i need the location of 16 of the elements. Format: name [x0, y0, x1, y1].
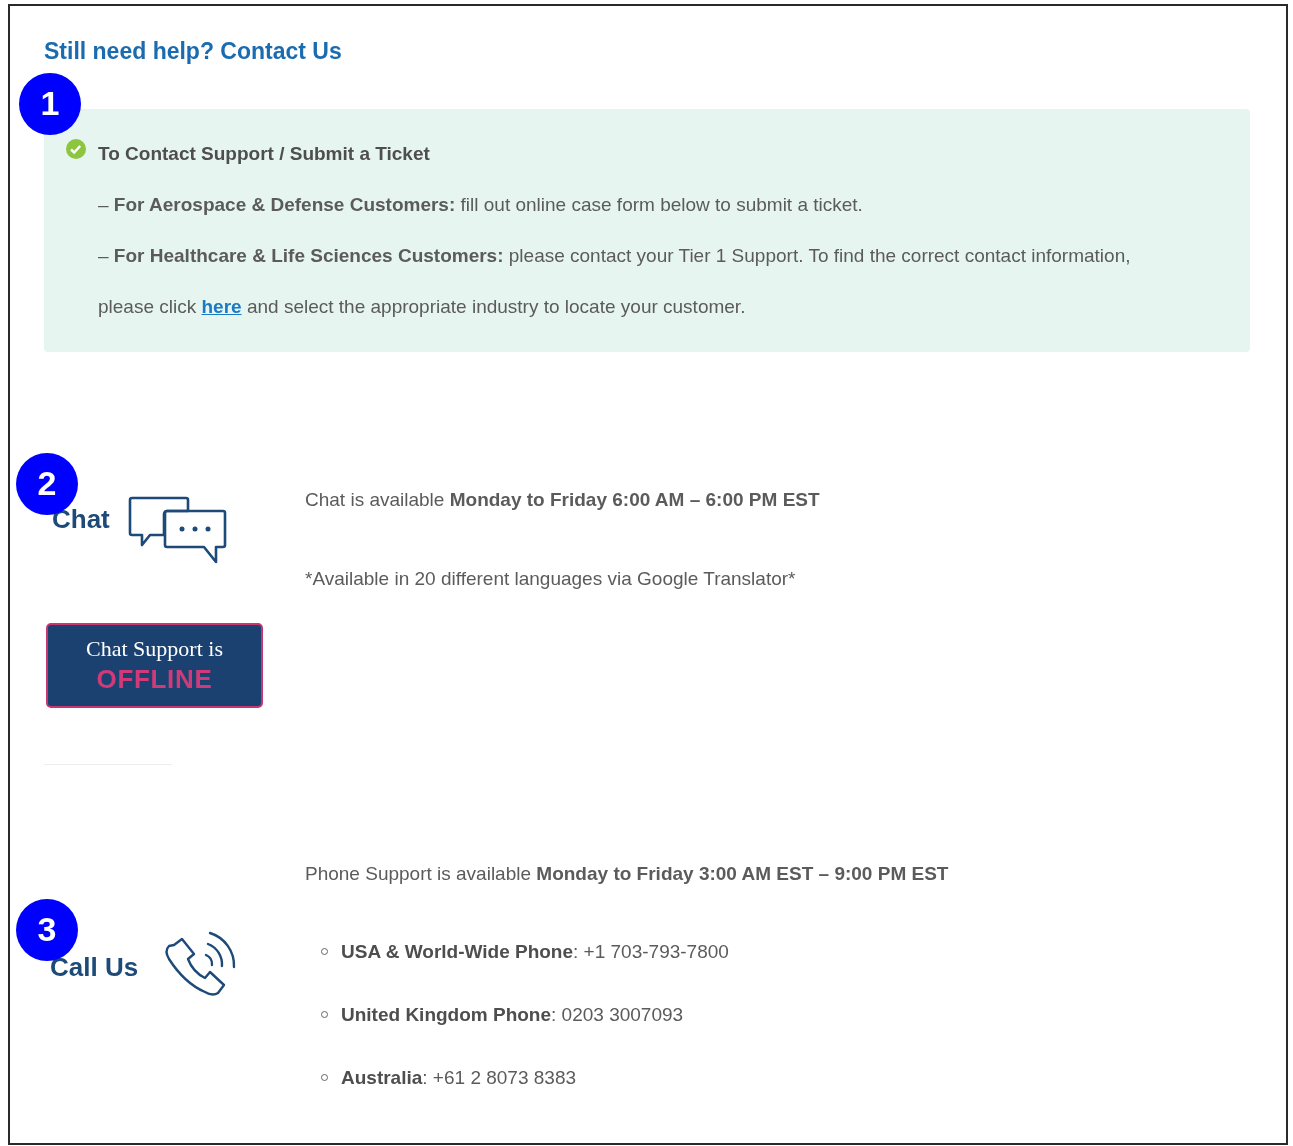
notice-text: – For Aerospace & Defense Customers: fill out online case form below to submit a ticket.: [98, 192, 864, 217]
section-heading: Still need help? Contact Us: [44, 37, 343, 66]
chat-languages-note: *Available in 20 different languages via Google Translator*: [305, 566, 797, 591]
chat-hours-text: Chat is available Monday to Friday 6:00 AM – 6:00 PM EST: [305, 487, 820, 512]
phone-number-text: Australia: +61 2 8073 8383: [341, 1065, 577, 1090]
chat-status-button[interactable]: Chat Support is OFFLINE: [46, 622, 263, 708]
notice-title: To Contact Support / Submit a Ticket: [98, 141, 431, 166]
chat-bubbles-icon: [127, 494, 228, 565]
notice-text: please click here and select the appropriate industry to locate your customer.: [98, 294, 747, 319]
check-icon: [66, 138, 86, 159]
phone-number-text: United Kingdom Phone: 0203 3007093: [341, 1002, 684, 1027]
phone-number-text: USA & World-Wide Phone: +1 703-793-7800: [341, 939, 729, 964]
here-link[interactable]: here: [201, 295, 242, 317]
number-badge: 1: [19, 72, 81, 135]
notice-text: – For Healthcare & Life Sciences Customers: please contact your Tier 1 Support. To find the correct contact information,: [98, 243, 1131, 268]
phone-hours-text: Phone Support is available Monday to Friday 3:00 AM EST – 9:00 PM EST: [305, 861, 949, 886]
